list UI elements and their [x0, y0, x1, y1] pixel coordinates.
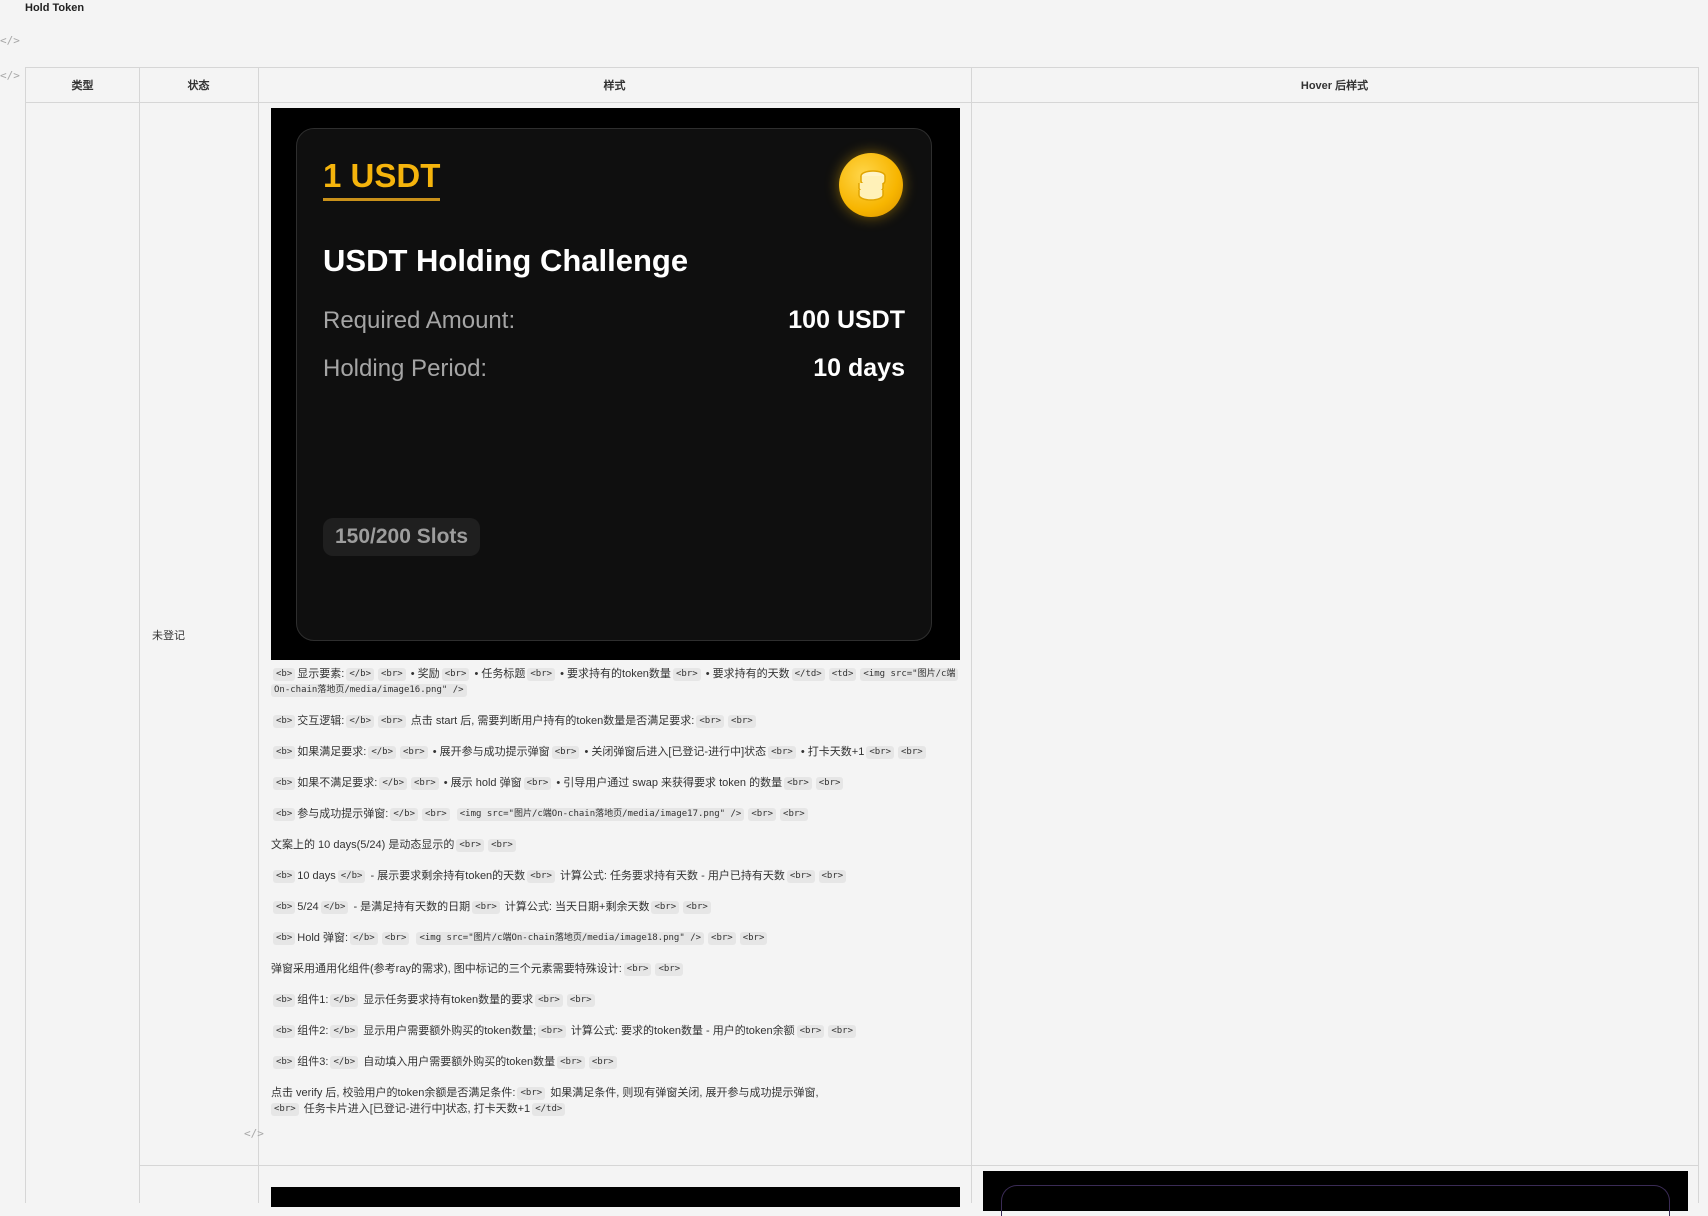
holding-period-value: 10 days	[813, 354, 905, 382]
task-title: USDT Holding Challenge	[323, 243, 689, 278]
note-line: 文案上的 10 days(5/24) 是动态显示的 <br> <br>	[271, 837, 971, 853]
row-divider	[139, 1165, 1699, 1166]
required-amount-value: 100 USDT	[788, 306, 905, 334]
column-divider	[971, 68, 972, 1203]
header-type: 类型	[71, 80, 94, 92]
header-state: 状态	[187, 80, 210, 92]
column-divider	[258, 68, 259, 1203]
card-preview: 1 USDT USDT Holding Challenge Required A…	[271, 108, 960, 660]
note-line: <b> 如果不满足要求: </b> <br> • 展示 hold 弹窗 <br> • 引…	[271, 775, 971, 791]
card-preview-next	[271, 1187, 960, 1207]
spec-table: 类型 状态 样式 Hover 后样式 未登记 1 USDT USDT Holdi…	[25, 67, 1699, 1216]
spec-notes: <b> 显示要素: </b> <br> • 奖励 <br> • 任务标题 <br> • 要…	[271, 666, 971, 1132]
header-hover-style: Hover 后样式	[1300, 80, 1369, 92]
required-amount-label: Required Amount:	[323, 307, 516, 334]
note-line: <b> 10 days </b> - 展示要求剩余持有token的天数 <br> 计算…	[271, 868, 971, 884]
reward-amount: 1 USDT	[323, 159, 441, 201]
state-label: 未登记	[152, 630, 185, 642]
note-line: <b> 组件2: </b> 显示用户需要额外购买的token数量; <br> 计算公式…	[271, 1023, 971, 1039]
page-title: Hold Token	[25, 2, 85, 14]
note-line: 点击 verify 后, 校验用户的token余额是否满足条件: <br> 如果满…	[271, 1087, 819, 1100]
holding-period-label: Holding Period:	[323, 355, 488, 382]
note-line: <b> 显示要素: </b> <br> • 奖励 <br> • 任务标题 <br> • 要…	[271, 666, 971, 682]
note-line: <b> 5/24 </b> - 是满足持有天数的日期 <br> 计算公式: 当天日期+…	[271, 899, 971, 915]
note-line: <b> 交互逻辑: </b> <br> 点击 start 后, 需要判断用户持有的to…	[271, 713, 971, 729]
note-line: On-chain落地页/media/image16.png" />	[271, 682, 971, 698]
column-divider	[1698, 68, 1699, 1203]
note-line: 弹窗采用通用化组件(参考ray的需求), 图中标记的三个元素需要特殊设计: <br…	[271, 961, 971, 977]
hover-card-preview	[983, 1171, 1688, 1216]
code-marker: </>	[0, 34, 20, 47]
code-marker: </>	[0, 69, 20, 82]
note-line: <b> Hold 弹窗: </b> <br> <img src="图片/c端On-ch…	[271, 930, 971, 946]
task-card[interactable]: 1 USDT USDT Holding Challenge Required A…	[296, 128, 932, 641]
note-line: <br> 任务卡片进入[已登记-进行中]状态, 打卡天数+1 </td>	[271, 1101, 971, 1117]
hover-card[interactable]	[1001, 1185, 1670, 1216]
note-line: <b> 组件1: </b> 显示任务要求持有token数量的要求 <br> <br>	[271, 992, 971, 1008]
note-line: <b> 组件3: </b> 自动填入用户需要额外购买的token数量 <br> <br>	[271, 1054, 971, 1070]
column-divider	[139, 68, 140, 1203]
note-line: <b> 如果满足要求: </b> <br> • 展开参与成功提示弹窗 <br> • 关闭…	[271, 744, 971, 760]
note-line: <b> 参与成功提示弹窗: </b> <br> <img src="图片/c端On-c…	[271, 806, 971, 822]
stacked-coins-icon	[839, 153, 903, 217]
row-divider	[26, 102, 1699, 103]
header-style: 样式	[603, 80, 626, 92]
slots-badge: 150/200 Slots	[323, 518, 481, 556]
code-marker: </>	[244, 1127, 264, 1140]
